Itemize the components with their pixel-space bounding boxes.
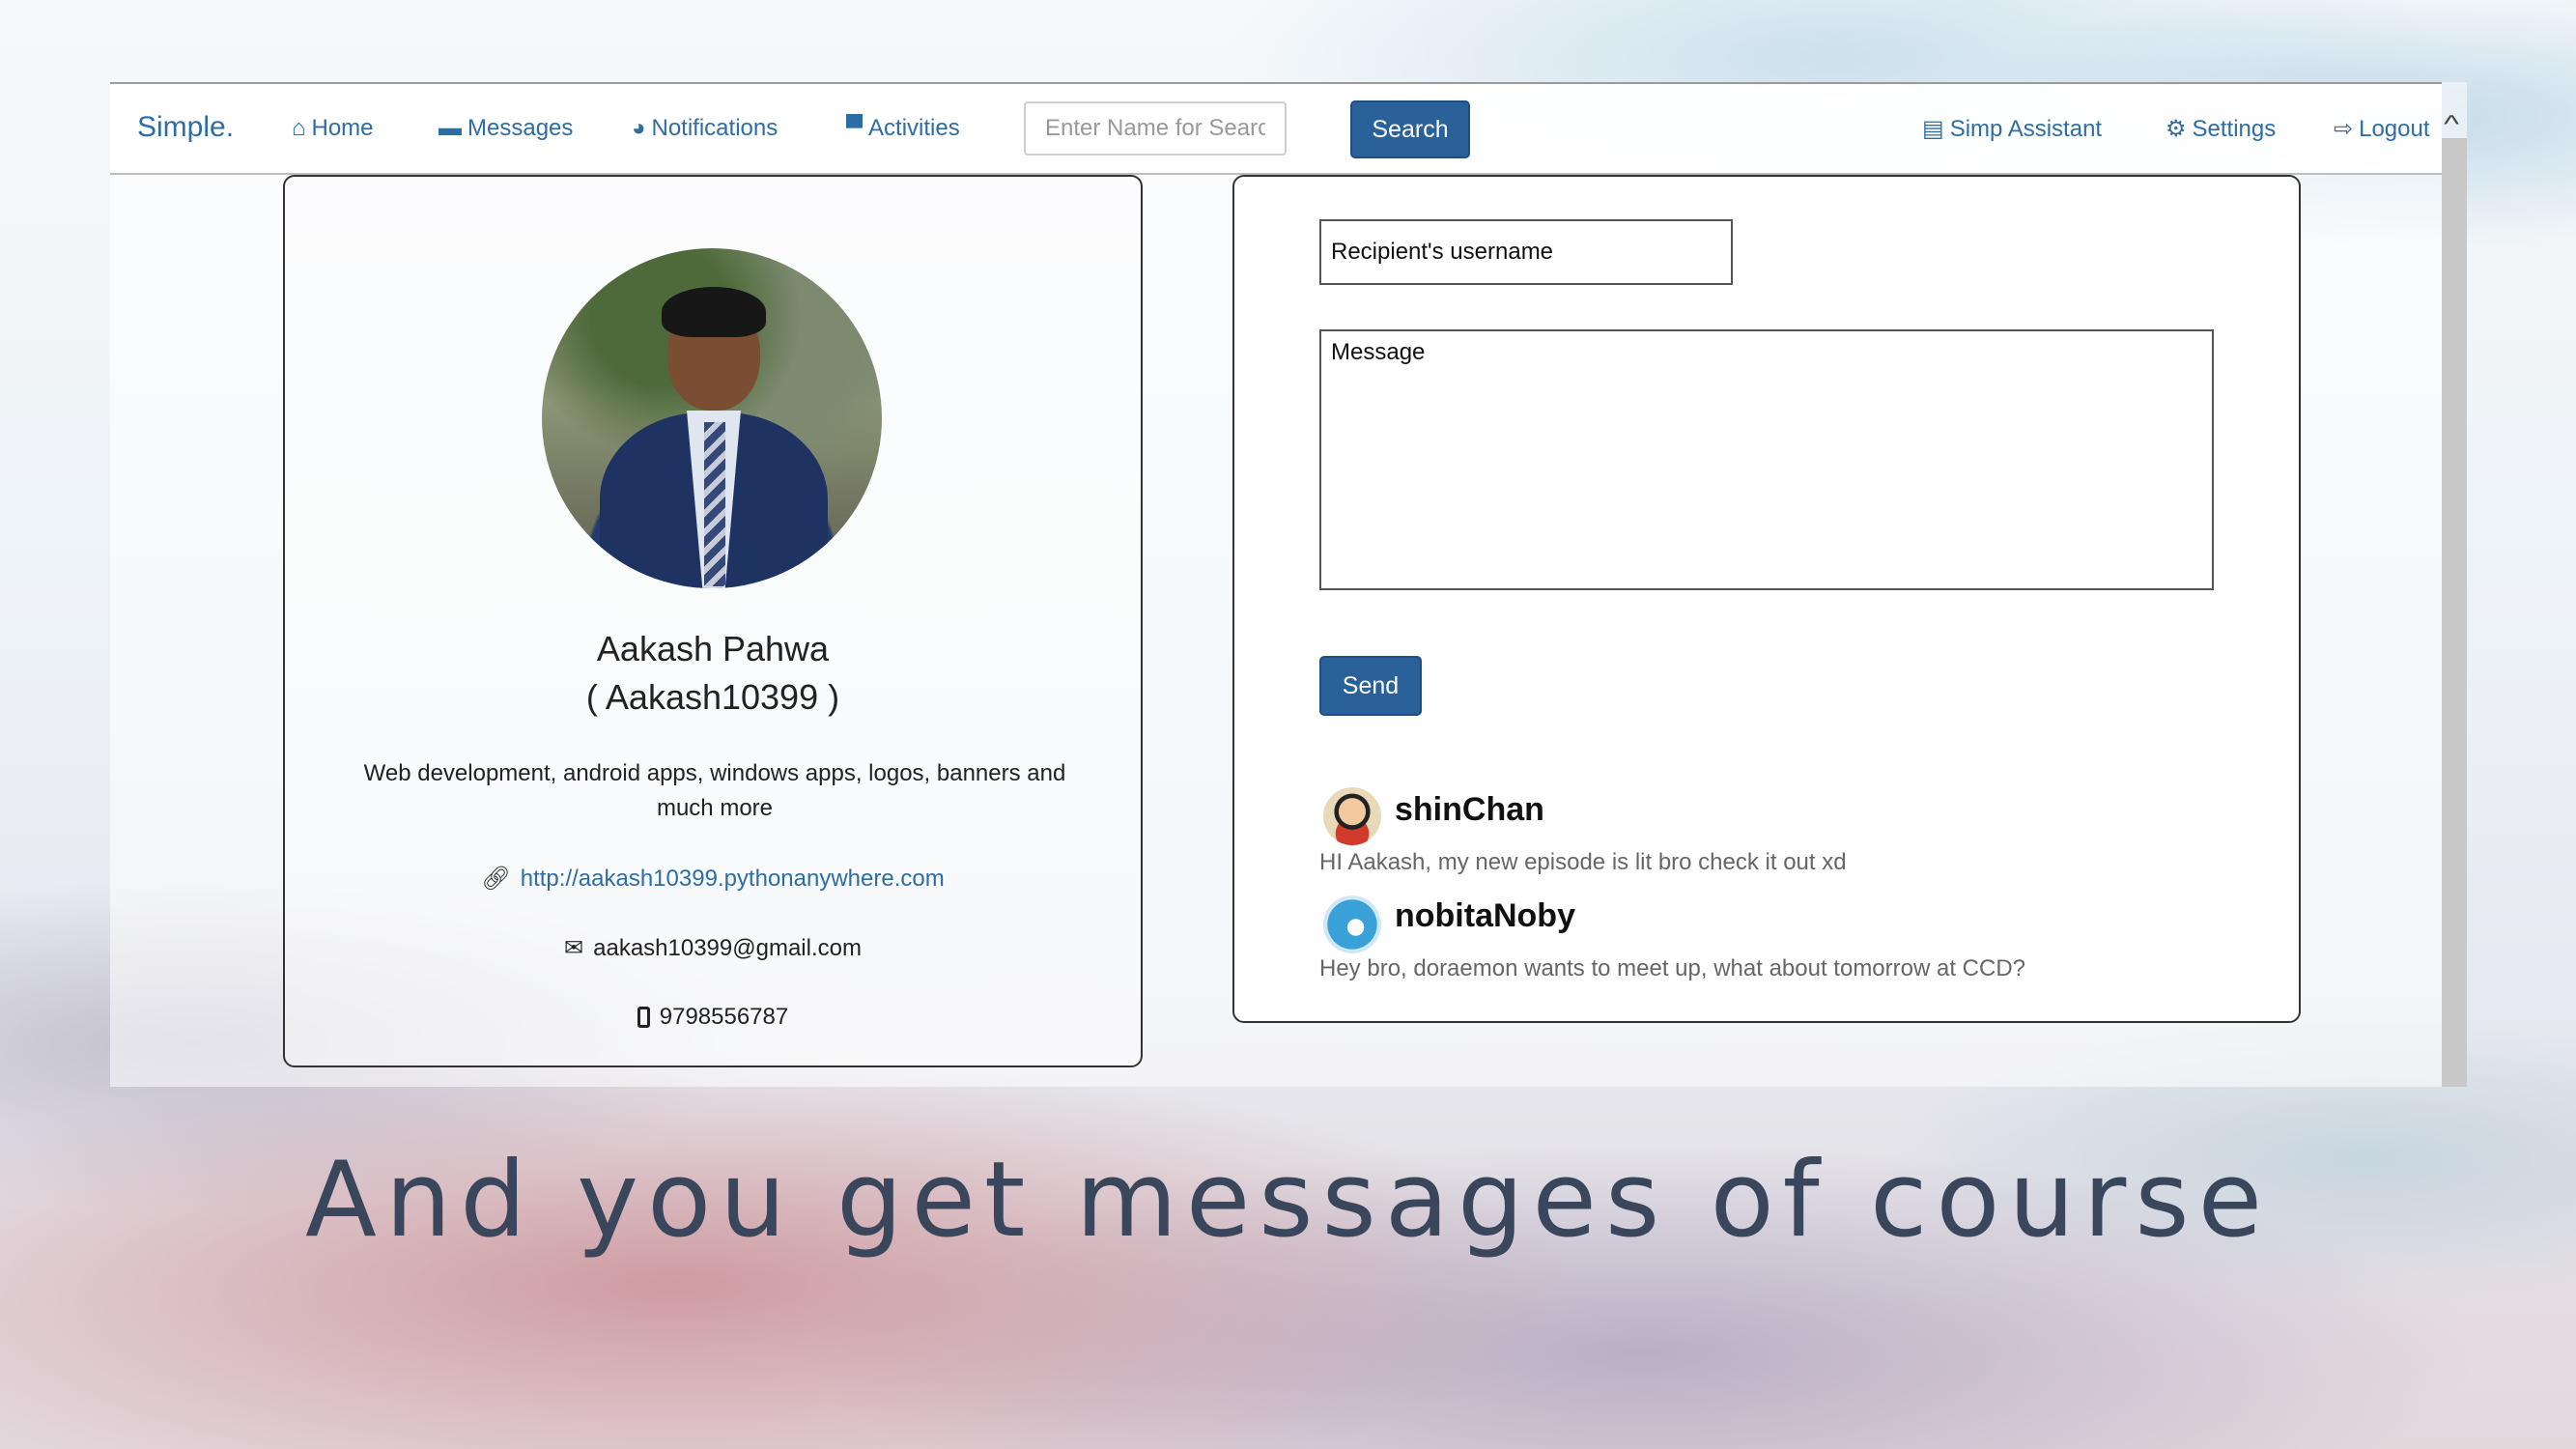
message-text: HI Aakash, my new episode is lit bro che…	[1319, 849, 1847, 875]
nav-simp-assistant-label: Simp Assistant	[1949, 115, 2103, 142]
sender-avatar	[1323, 895, 1381, 953]
comment-icon: ▬	[439, 115, 462, 141]
brand-logo[interactable]: Simple.	[137, 111, 234, 144]
sender-avatar	[1323, 787, 1381, 845]
envelope-icon: ✉	[564, 935, 584, 961]
nav-settings-label: Settings	[2192, 115, 2277, 142]
phone-icon	[637, 1007, 650, 1028]
gear-icon: ⚙	[2166, 116, 2187, 142]
recipient-input[interactable]	[1319, 219, 1733, 285]
navbar: Simple. ⌂ Home ▬ Messages ◕ Notification…	[110, 82, 2442, 175]
nav-messages-label: Messages	[467, 115, 574, 141]
computer-icon: ▀	[846, 115, 863, 141]
profile-username: ( Aakash10399 )	[585, 677, 840, 717]
nav-simp-assistant[interactable]: ▤ Simp Assistant	[1922, 115, 2102, 143]
nav-notifications[interactable]: ◕ Notifications	[632, 115, 778, 142]
link-icon: 🔗︎	[481, 866, 511, 892]
message-sender: shinChan	[1395, 791, 1544, 828]
chevron-up-icon[interactable]: ^	[2444, 109, 2459, 139]
profile-name: Aakash Pahwa	[596, 629, 830, 668]
nav-logout[interactable]: ⇨ Logout	[2334, 115, 2430, 143]
scrollbar[interactable]	[2442, 138, 2467, 1087]
slide-caption: And you get messages of course	[304, 1140, 2272, 1261]
nav-activities[interactable]: ▀ Activities	[846, 115, 960, 142]
search-button[interactable]: Search	[1350, 100, 1470, 158]
email-text: aakash10399@gmail.com	[593, 934, 862, 961]
message-sender: nobitaNoby	[1395, 897, 1575, 934]
message-text: Hey bro, doraemon wants to meet up, what…	[1319, 955, 2026, 981]
nav-settings[interactable]: ⚙ Settings	[2166, 115, 2276, 143]
search-input[interactable]	[1024, 101, 1287, 156]
browser-window: Simple. ⌂ Home ▬ Messages ◕ Notification…	[110, 82, 2467, 1087]
message-card: Send shinChan HI Aakash, my new episode …	[1232, 175, 2301, 1023]
website-row: 🔗︎ http://aakash10399.pythonanywhere.com	[285, 865, 1141, 893]
send-button[interactable]: Send	[1319, 656, 1422, 716]
nav-messages[interactable]: ▬ Messages	[439, 115, 573, 142]
nav-home-label: Home	[311, 115, 374, 141]
phone-row: 9798556787	[285, 1004, 1141, 1031]
nav-logout-label: Logout	[2359, 115, 2430, 142]
list-icon: ▤	[1922, 116, 1944, 142]
phone-text: 9798556787	[659, 1004, 789, 1030]
nav-activities-label: Activities	[868, 115, 960, 141]
nav-home[interactable]: ⌂ Home	[292, 115, 374, 142]
home-icon: ⌂	[292, 115, 306, 141]
email-row: ✉ aakash10399@gmail.com	[285, 934, 1141, 962]
profile-avatar	[542, 248, 882, 588]
website-link[interactable]: http://aakash10399.pythonanywhere.com	[521, 866, 945, 893]
nav-notifications-label: Notifications	[651, 115, 778, 141]
globe-icon: ◕	[632, 115, 646, 141]
profile-bio: Web development, android apps, windows a…	[363, 760, 1066, 821]
profile-card: Aakash Pahwa ( Aakash10399 ) Web develop…	[283, 175, 1143, 1067]
logout-icon: ⇨	[2334, 116, 2354, 142]
message-input[interactable]	[1319, 329, 2214, 590]
